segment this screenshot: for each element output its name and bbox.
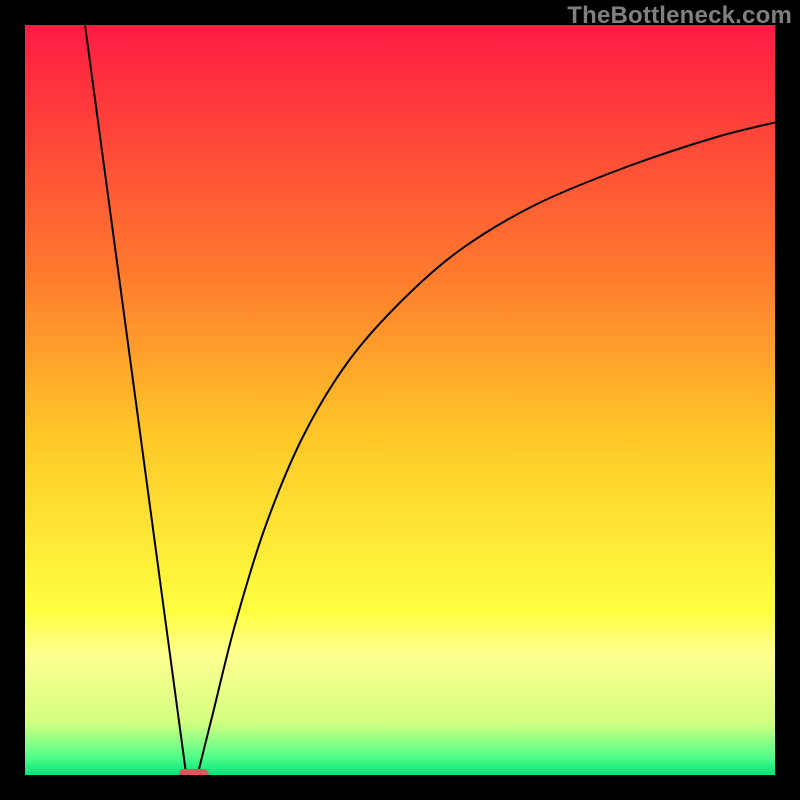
chart-figure: TheBottleneck.com: [0, 0, 800, 800]
optimal-marker: [179, 769, 209, 775]
plot-background: [25, 25, 775, 775]
watermark-label: TheBottleneck.com: [567, 2, 792, 30]
plot-area: [25, 25, 775, 775]
